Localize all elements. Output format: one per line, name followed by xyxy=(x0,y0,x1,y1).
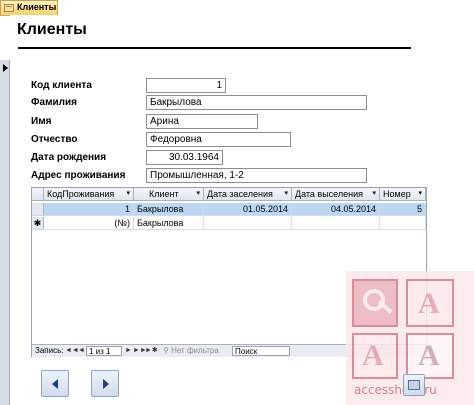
cell-checkout[interactable]: 04.05.2014 xyxy=(292,203,380,216)
address-label: Адрес проживания xyxy=(31,170,126,181)
document-tab-bar: Клиенты xyxy=(0,0,474,16)
current-record-arrow-icon xyxy=(3,64,8,72)
row-selector[interactable] xyxy=(32,203,44,216)
client-id-label: Код клиента xyxy=(31,80,92,91)
birth-date-label: Дата рождения xyxy=(31,152,107,163)
cell-stay-id-new[interactable]: (№) xyxy=(44,217,134,230)
navigator-label: Запись: xyxy=(35,346,64,355)
title-divider xyxy=(18,47,411,49)
cell-room[interactable]: 5 xyxy=(380,203,426,216)
arrow-right-icon xyxy=(103,379,109,389)
column-header-label: Дата заселения xyxy=(207,189,273,199)
cell-checkin[interactable]: 01.05.2014 xyxy=(204,203,292,216)
next-client-button[interactable] xyxy=(91,370,119,397)
print-icon xyxy=(408,380,420,390)
last-name-field[interactable]: Бакрылова xyxy=(146,95,367,110)
print-report-button[interactable] xyxy=(403,374,425,396)
arrow-left-icon xyxy=(52,379,58,389)
key-icon xyxy=(352,279,398,327)
previous-record-button[interactable]: ◄ xyxy=(78,345,85,356)
cell-checkout-new[interactable] xyxy=(292,217,380,230)
filter-label: Нет фильтра xyxy=(171,346,219,355)
search-input[interactable]: Поиск xyxy=(232,346,290,356)
record-position-input[interactable]: 1 из 1 xyxy=(86,346,122,356)
column-header-label: КодПроживания xyxy=(47,189,115,199)
column-header-checkin[interactable]: Дата заселения ▾ xyxy=(204,188,292,201)
column-header-checkout[interactable]: Дата выселения ▾ xyxy=(292,188,380,201)
tab-clients[interactable]: Клиенты xyxy=(0,0,58,15)
chevron-down-icon[interactable]: ▾ xyxy=(196,188,200,200)
column-header-client[interactable]: Клиент ▾ xyxy=(134,188,204,201)
chevron-down-icon[interactable]: ▾ xyxy=(372,188,376,200)
page-title: Клиенты xyxy=(17,21,87,38)
column-header-label: Номер xyxy=(383,189,411,199)
cell-stay-id[interactable]: 1 xyxy=(44,203,134,216)
chevron-down-icon[interactable]: ▾ xyxy=(418,188,422,200)
new-record-icon: ✱ xyxy=(32,217,44,230)
column-header-stay-id[interactable]: КодПроживания ▾ xyxy=(44,188,134,201)
filter-status[interactable]: ⚲ Нет фильтра xyxy=(163,345,219,356)
first-name-field[interactable]: Арина xyxy=(146,114,258,129)
form-icon xyxy=(4,4,14,12)
tab-label: Клиенты xyxy=(17,2,57,12)
column-header-label: Клиент xyxy=(149,189,179,199)
next-record-button[interactable]: ► xyxy=(125,345,132,356)
select-all-corner[interactable] xyxy=(32,188,44,201)
chevron-down-icon[interactable]: ▾ xyxy=(126,188,130,200)
first-name-label: Имя xyxy=(31,116,52,127)
chevron-down-icon[interactable]: ▾ xyxy=(284,188,288,200)
birth-date-field[interactable]: 30.03.1964 xyxy=(146,150,223,165)
new-record-button[interactable]: ►✱ xyxy=(145,345,158,356)
column-header-label: Дата выселения xyxy=(295,189,364,199)
first-record-button[interactable]: ◄◄ xyxy=(65,345,79,356)
cell-client-new[interactable]: Бакрылова xyxy=(134,217,204,230)
column-header-room[interactable]: Номер ▾ xyxy=(380,188,426,201)
cell-checkin-new[interactable] xyxy=(204,217,292,230)
cell-room-new[interactable] xyxy=(380,217,426,230)
form-header: Клиенты xyxy=(10,15,474,59)
access-logo-icon: A xyxy=(406,279,454,327)
filter-icon: ⚲ xyxy=(163,346,172,355)
client-id-field[interactable]: 1 xyxy=(146,78,226,93)
cell-client[interactable]: Бакрылова xyxy=(134,203,204,216)
patronymic-label: Отчество xyxy=(31,134,78,145)
previous-client-button[interactable] xyxy=(41,370,69,397)
access-database-icon: A xyxy=(406,333,454,379)
last-name-label: Фамилия xyxy=(31,97,77,108)
record-selector[interactable] xyxy=(0,60,10,405)
access-logo-icon: A xyxy=(352,333,398,379)
address-field[interactable]: Промышленная, 1-2 xyxy=(146,168,367,183)
patronymic-field[interactable]: Федоровна xyxy=(146,132,291,147)
